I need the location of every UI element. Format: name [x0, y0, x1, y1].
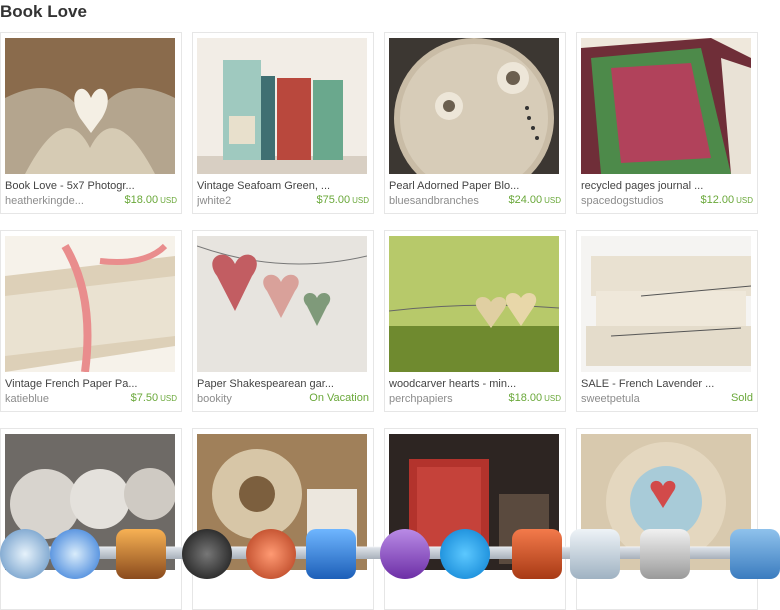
photo-booth-icon[interactable] — [246, 529, 296, 579]
listing-title[interactable]: woodcarver hearts - min... — [389, 378, 561, 390]
dock — [0, 527, 780, 579]
currency-label: USD — [160, 196, 177, 205]
listing-title[interactable]: Paper Shakespearean gar... — [197, 378, 369, 390]
onenote-icon[interactable] — [380, 529, 430, 579]
shop-name[interactable]: jwhite2 — [197, 195, 292, 207]
listing-card[interactable]: Book Love - 5x7 Photogr... heatherkingde… — [0, 32, 182, 214]
safari-icon[interactable] — [0, 529, 50, 579]
shop-name[interactable]: spacedogstudios — [581, 195, 676, 207]
price-value: $12.00 — [700, 194, 735, 206]
shop-name[interactable]: perchpapiers — [389, 393, 484, 405]
listing-title[interactable]: Book Love - 5x7 Photogr... — [5, 180, 177, 192]
listing-card[interactable] — [576, 428, 758, 610]
listing-title[interactable]: Vintage Seafoam Green, ... — [197, 180, 369, 192]
listing-status: Sold — [730, 392, 753, 404]
listing-price: $12.00 USD — [700, 194, 753, 206]
folder-icon[interactable] — [730, 529, 780, 579]
listing-price: $18.00 USD — [508, 392, 561, 404]
price-value: $18.00 — [508, 392, 543, 404]
listing-card[interactable]: Paper Shakespearean gar... bookity On Va… — [192, 230, 374, 412]
scissors-app-icon[interactable] — [640, 529, 690, 579]
listing-card[interactable]: woodcarver hearts - min... perchpapiers … — [384, 230, 566, 412]
skype-icon[interactable] — [440, 529, 490, 579]
itunes-icon[interactable] — [50, 529, 100, 579]
currency-label: USD — [544, 196, 561, 205]
price-value: $75.00 — [316, 194, 351, 206]
shop-name[interactable]: bluesandbranches — [389, 195, 484, 207]
listing-card[interactable]: recycled pages journal ... spacedogstudi… — [576, 32, 758, 214]
garageband-icon[interactable] — [306, 529, 356, 579]
listing-card[interactable]: Vintage French Paper Pa... katieblue $7.… — [0, 230, 182, 412]
shop-name[interactable]: katieblue — [5, 393, 100, 405]
preview-icon[interactable] — [570, 529, 620, 579]
listing-thumbnail[interactable] — [581, 236, 751, 372]
listing-thumbnail[interactable] — [5, 38, 175, 174]
shop-name[interactable]: heatherkingde... — [5, 195, 100, 207]
listing-thumbnail[interactable] — [389, 236, 559, 372]
listing-price: $7.50 USD — [131, 392, 177, 404]
listing-card[interactable]: Vintage Seafoam Green, ... jwhite2 $75.0… — [192, 32, 374, 214]
shop-name[interactable]: bookity — [197, 393, 292, 405]
price-value: $18.00 — [124, 194, 159, 206]
currency-label: USD — [352, 196, 369, 205]
listing-status: On Vacation — [309, 392, 369, 404]
listing-thumbnail[interactable] — [581, 38, 751, 174]
currency-label: USD — [544, 394, 561, 403]
listing-title[interactable]: SALE - French Lavender ... — [581, 378, 753, 390]
page-title: Book Love — [0, 2, 87, 21]
listing-title[interactable]: Pearl Adorned Paper Blo... — [389, 180, 561, 192]
price-value: $24.00 — [508, 194, 543, 206]
listing-card[interactable]: SALE - French Lavender ... sweetpetula S… — [576, 230, 758, 412]
price-value: $7.50 — [130, 392, 159, 404]
listing-title[interactable]: Vintage French Paper Pa... — [5, 378, 177, 390]
listing-card[interactable]: Pearl Adorned Paper Blo... bluesandbranc… — [384, 32, 566, 214]
finder-folder-icon[interactable] — [512, 529, 562, 579]
currency-label: USD — [736, 196, 753, 205]
listing-price: $24.00 USD — [508, 194, 561, 206]
listing-thumbnail[interactable] — [5, 236, 175, 372]
shop-name[interactable]: sweetpetula — [581, 393, 676, 405]
currency-label: USD — [160, 394, 177, 403]
listing-thumbnail[interactable] — [197, 236, 367, 372]
camera-icon[interactable] — [182, 529, 232, 579]
listing-thumbnail[interactable] — [389, 38, 559, 174]
listing-card[interactable] — [0, 428, 182, 610]
listing-price: $18.00 USD — [124, 194, 177, 206]
iphoto-icon[interactable] — [116, 529, 166, 579]
listing-price: $75.00 USD — [316, 194, 369, 206]
listing-card[interactable] — [192, 428, 374, 610]
listing-thumbnail[interactable] — [197, 38, 367, 174]
listing-card[interactable] — [384, 428, 566, 610]
listing-title[interactable]: recycled pages journal ... — [581, 180, 753, 192]
